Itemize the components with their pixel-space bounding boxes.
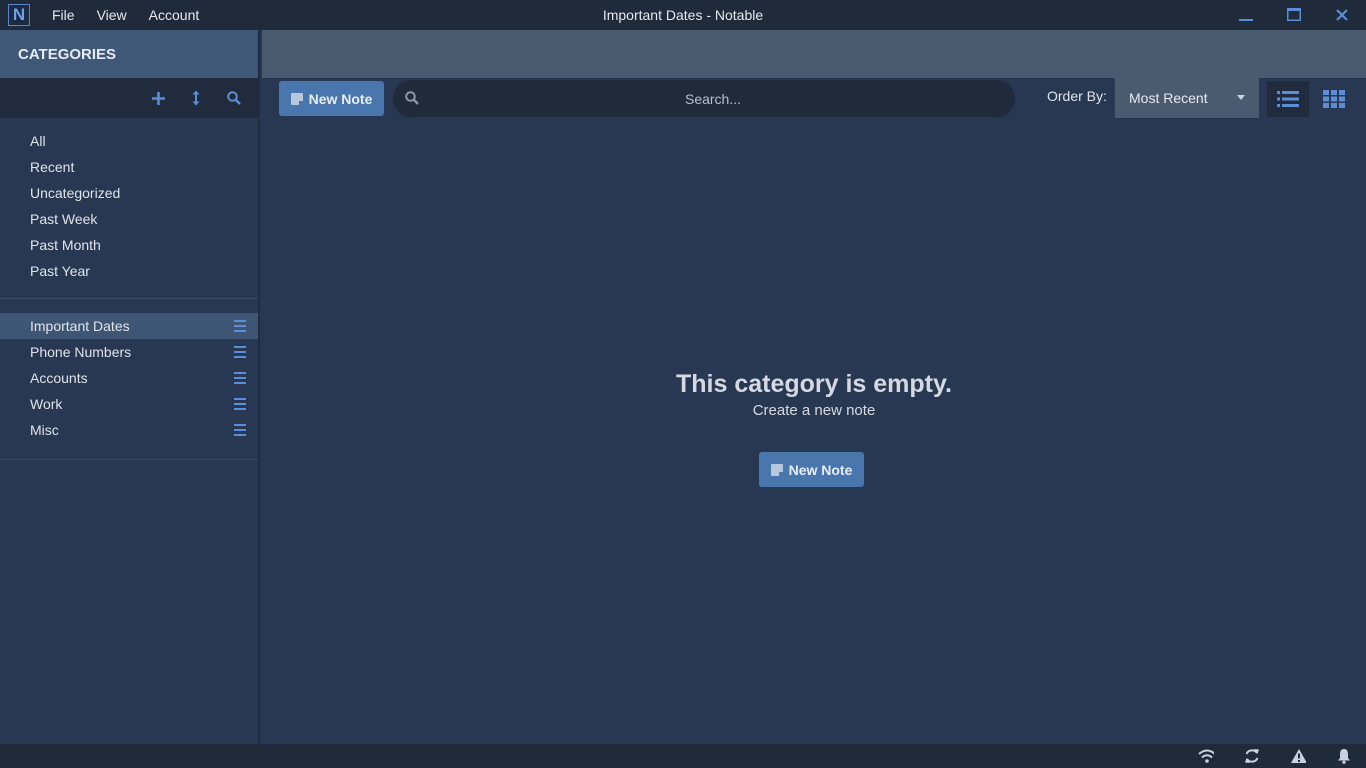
notifications-button[interactable]	[1336, 748, 1352, 764]
category-accounts[interactable]: Accounts	[0, 365, 258, 391]
filter-all[interactable]: All	[0, 128, 258, 154]
category-label: Phone Numbers	[30, 344, 132, 360]
filter-past-month[interactable]: Past Month	[0, 232, 258, 258]
close-icon	[1336, 9, 1348, 21]
menu-bar: File View Account	[44, 7, 213, 23]
sort-categories-button[interactable]	[182, 84, 210, 112]
bell-icon	[1338, 749, 1350, 764]
minimize-button[interactable]	[1222, 0, 1270, 30]
category-label: Misc	[30, 422, 59, 438]
menu-view[interactable]: View	[89, 7, 135, 23]
header-strip	[262, 30, 1366, 78]
sync-icon	[1245, 749, 1259, 763]
category-important-dates[interactable]: Important Dates	[0, 313, 258, 339]
hamburger-menu-icon[interactable]	[234, 398, 246, 410]
filter-list: All Recent Uncategorized Past Week Past …	[0, 118, 258, 299]
filter-uncategorized[interactable]: Uncategorized	[0, 180, 258, 206]
title-bar: N File View Account Important Dates - No…	[0, 0, 1366, 30]
app-logo[interactable]: N	[8, 4, 30, 26]
empty-state-subtitle: Create a new note	[752, 402, 876, 419]
search-icon	[405, 91, 419, 105]
search-icon	[227, 91, 241, 105]
add-category-button[interactable]	[144, 84, 172, 112]
minimize-icon	[1239, 19, 1253, 21]
category-phone-numbers[interactable]: Phone Numbers	[0, 339, 258, 365]
category-label: Work	[30, 396, 63, 412]
new-note-label: New Note	[308, 90, 373, 107]
sync-status-button[interactable]	[1244, 748, 1260, 764]
grid-view-icon	[1323, 90, 1345, 108]
hamburger-menu-icon[interactable]	[234, 320, 246, 332]
grid-view-button[interactable]	[1313, 81, 1355, 117]
empty-new-note-label: New Note	[788, 461, 853, 478]
hamburger-menu-icon[interactable]	[234, 346, 246, 358]
menu-account[interactable]: Account	[141, 7, 208, 23]
filter-past-week[interactable]: Past Week	[0, 206, 258, 232]
warning-status-button[interactable]	[1290, 748, 1306, 764]
notes-toolbar: New Note Order By: Most Recent	[262, 78, 1366, 118]
category-misc[interactable]: Misc	[0, 417, 258, 443]
chevron-down-icon	[1237, 95, 1245, 100]
list-view-button[interactable]	[1267, 81, 1309, 117]
category-list: Important Dates Phone Numbers Accounts W…	[0, 299, 258, 460]
empty-new-note-button[interactable]: New Note	[759, 452, 864, 487]
order-by-value: Most Recent	[1129, 90, 1208, 106]
note-icon	[290, 92, 303, 105]
sidebar-header: CATEGORIES	[0, 30, 258, 78]
filter-past-year[interactable]: Past Year	[0, 258, 258, 284]
hamburger-menu-icon[interactable]	[234, 372, 246, 384]
empty-state: This category is empty. Create a new not…	[262, 370, 1366, 487]
maximize-button[interactable]	[1270, 0, 1318, 30]
warning-icon	[1291, 749, 1306, 763]
order-by-dropdown[interactable]: Most Recent	[1115, 78, 1259, 118]
menu-file[interactable]: File	[44, 7, 83, 23]
new-note-button[interactable]: New Note	[279, 81, 384, 116]
wifi-status-button[interactable]	[1198, 748, 1214, 764]
close-button[interactable]	[1318, 0, 1366, 30]
filter-recent[interactable]: Recent	[0, 154, 258, 180]
window-controls	[1222, 0, 1366, 30]
note-icon	[770, 463, 783, 476]
category-label: Important Dates	[30, 318, 130, 334]
sort-arrows-icon	[192, 90, 200, 106]
sidebar-toolbar	[0, 78, 258, 118]
search-categories-button[interactable]	[220, 84, 248, 112]
maximize-icon	[1287, 8, 1301, 21]
empty-state-title: This category is empty.	[675, 370, 952, 398]
plus-icon	[151, 91, 165, 105]
category-label: Accounts	[30, 370, 88, 386]
hamburger-menu-icon[interactable]	[234, 424, 246, 436]
wifi-icon	[1198, 749, 1214, 763]
status-bar	[0, 744, 1366, 768]
search-bar	[393, 80, 1015, 117]
category-work[interactable]: Work	[0, 391, 258, 417]
sidebar: CATEGORIES All Recent Uncategorized Past…	[0, 30, 260, 744]
order-by-label: Order By:	[1047, 88, 1107, 104]
search-input[interactable]	[433, 80, 993, 117]
list-view-icon	[1277, 91, 1299, 107]
